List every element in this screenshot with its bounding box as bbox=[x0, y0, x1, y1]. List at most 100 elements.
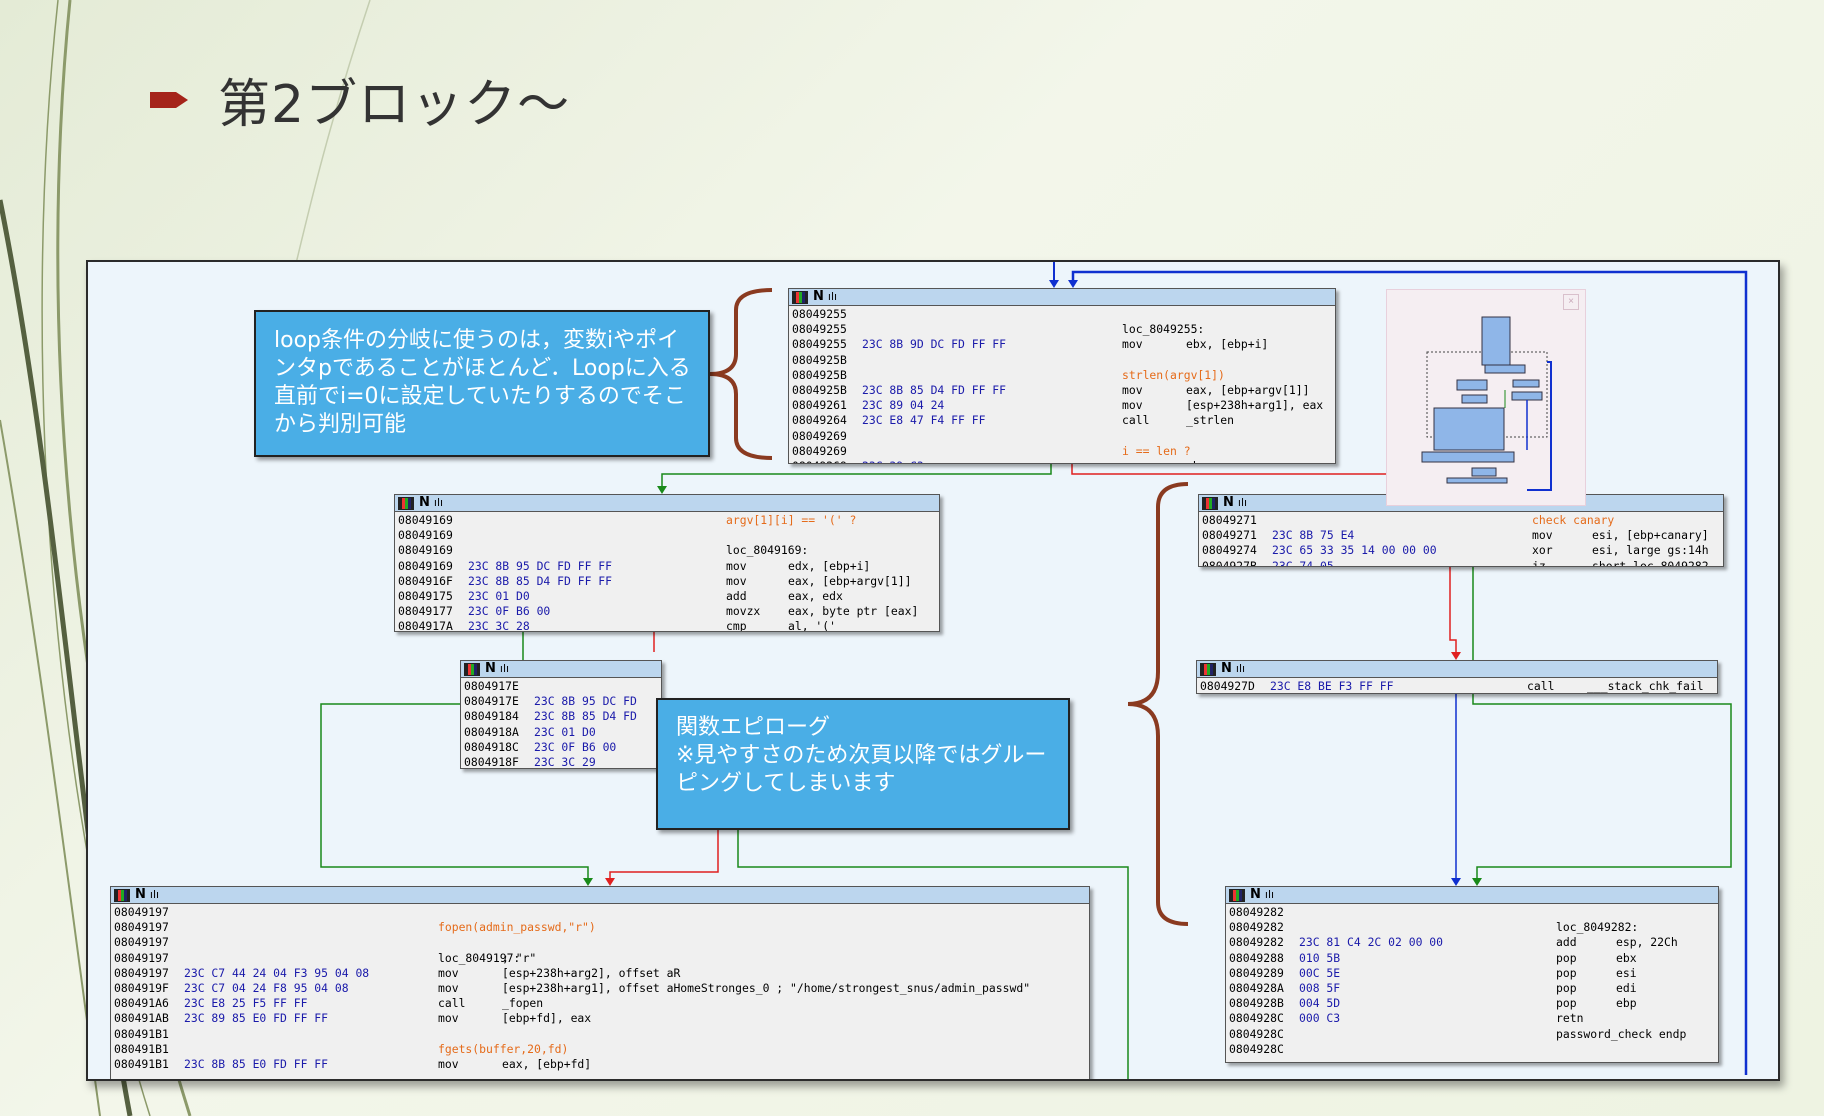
asm-mnemonic: fopen(admin_passwd,"r") bbox=[438, 920, 596, 935]
block-header[interactable]: Nılı bbox=[461, 661, 661, 678]
asm-line[interactable]: 0804919F 23C C7 04 24 F8 95 04 08 mov [esp+… bbox=[114, 981, 1086, 996]
asm-line[interactable]: 08049175 23C 01 D0 add eax, edx bbox=[398, 589, 936, 604]
graph-overview-minimap[interactable]: × bbox=[1386, 289, 1586, 506]
asm-address: 08049282 bbox=[1229, 905, 1284, 919]
block-type-icon bbox=[398, 496, 414, 510]
close-icon[interactable]: × bbox=[1563, 294, 1579, 310]
asm-address: 080491B1 bbox=[114, 1056, 169, 1071]
asm-line[interactable]: 0804928A 008 5F pop edi bbox=[1229, 981, 1715, 996]
block-bars-icon: ılı bbox=[499, 662, 510, 676]
asm-operands: edi bbox=[1616, 980, 1637, 995]
asm-line[interactable]: 08049274 23C 65 33 35 14 00 00 00 xor esi, … bbox=[1202, 543, 1720, 558]
asm-line[interactable]: 08049282 bbox=[1229, 905, 1715, 920]
code-block-804927D[interactable]: Nılı 0804927D 23C E8 BE F3 FF FF call ___sta… bbox=[1196, 660, 1718, 694]
asm-line[interactable]: 0804927B 23C 74 05 jz short loc_8049282 bbox=[1202, 559, 1720, 566]
asm-line[interactable]: 08049261 23C 89 04 24 mov [esp+238h+arg1], … bbox=[792, 398, 1332, 413]
slide-title-text: 第2ブロック〜 bbox=[218, 75, 571, 135]
asm-line[interactable]: 08049197 bbox=[114, 935, 1086, 950]
asm-mnemonic: mov bbox=[726, 558, 747, 573]
code-block-8049197[interactable]: Nılı 08049197 08049197 fopen(admin_passwd,"… bbox=[110, 886, 1090, 1079]
block-header[interactable]: Nılı bbox=[789, 289, 1335, 306]
asm-line[interactable]: 08049269 i == len ? bbox=[792, 444, 1332, 459]
asm-address: 08049271 bbox=[1202, 528, 1257, 543]
asm-mnemonic: mov bbox=[1122, 398, 1143, 413]
asm-address: 08049169 bbox=[398, 558, 453, 573]
asm-line[interactable]: 08049184 23C 8B 85 D4 FD bbox=[464, 709, 658, 724]
asm-operands: eax, [ebp+argv[1]] bbox=[788, 573, 912, 588]
block-flag-icon: N bbox=[135, 887, 146, 903]
asm-address: 08049282 bbox=[1229, 920, 1284, 935]
asm-line[interactable]: 08049288 010 5B pop ebx bbox=[1229, 951, 1715, 966]
asm-mnemonic: retn bbox=[1556, 1011, 1584, 1026]
asm-line[interactable]: 08049269 23C 39 C3 cmp ebx, eax bbox=[792, 459, 1332, 463]
asm-line[interactable]: 080491B1 fgets(buffer,20,fd) bbox=[114, 1042, 1086, 1057]
asm-line[interactable]: 0804917A 23C 3C 28 cmp al, '(' bbox=[398, 619, 936, 632]
code-block-8049282[interactable]: Nılı 08049282 08049282 loc_8049282: 08049282… bbox=[1225, 886, 1719, 1063]
asm-line[interactable]: 0804925B strlen(argv[1]) bbox=[792, 368, 1332, 383]
asm-line[interactable]: 0804928C 000 C3 retn bbox=[1229, 1011, 1715, 1026]
asm-mnemonic: mov bbox=[1122, 382, 1143, 397]
block-body: 08049169 argv[1][i] == '(' ? 08049169 08049… bbox=[395, 512, 939, 632]
asm-line[interactable]: 0804918A 23C 01 D0 bbox=[464, 725, 658, 740]
asm-line[interactable]: 0804927D 23C E8 BE F3 FF FF call ___stack_c… bbox=[1200, 679, 1714, 693]
asm-line[interactable]: 08049255 loc_8049255: bbox=[792, 322, 1332, 337]
asm-address: 08049269 bbox=[792, 459, 847, 463]
asm-line[interactable]: 08049255 bbox=[792, 307, 1332, 322]
asm-operands: al, '(' bbox=[788, 619, 837, 632]
asm-opcode-bytes: 008 5F bbox=[1299, 980, 1341, 995]
asm-opcode-bytes: 23C 3C 29 bbox=[534, 754, 596, 769]
asm-line[interactable]: 08049197 loc_8049197:; "r" bbox=[114, 951, 1086, 966]
asm-line[interactable]: 08049269 bbox=[792, 429, 1332, 444]
asm-line[interactable]: 08049169 bbox=[398, 528, 936, 543]
asm-line[interactable]: 08049271 check canary bbox=[1202, 513, 1720, 528]
asm-operands: [ebp+fd], eax bbox=[502, 1011, 592, 1026]
asm-line[interactable]: 0804928C bbox=[1229, 1042, 1715, 1057]
asm-operands: ebx, [ebp+i] bbox=[1186, 337, 1269, 352]
asm-line[interactable]: 08049177 23C 0F B6 00 movzx eax, byte ptr [… bbox=[398, 604, 936, 619]
block-header[interactable]: Nılı bbox=[1226, 887, 1718, 904]
asm-line[interactable]: 08049169 loc_8049169: bbox=[398, 543, 936, 558]
asm-line[interactable]: 08049289 00C 5E pop esi bbox=[1229, 966, 1715, 981]
block-header[interactable]: Nılı bbox=[111, 887, 1089, 904]
asm-line[interactable]: 080491B1 23C 8B 85 E0 FD FF FF mov eax, [eb… bbox=[114, 1057, 1086, 1072]
asm-operands: [esp+238h+arg2], offset aR bbox=[502, 965, 681, 980]
asm-line[interactable]: 08049197 bbox=[114, 905, 1086, 920]
block-header[interactable]: Nılı bbox=[395, 495, 939, 512]
asm-line[interactable]: 08049255 23C 8B 9D DC FD FF FF mov ebx, [eb… bbox=[792, 337, 1332, 352]
asm-line[interactable]: 08049197 fopen(admin_passwd,"r") bbox=[114, 920, 1086, 935]
asm-address: 080491B1 bbox=[114, 1026, 169, 1041]
asm-opcode-bytes: 23C 8B 95 DC FD FF FF bbox=[468, 558, 613, 573]
asm-line[interactable]: 080491AB 23C 89 85 E0 FD FF FF mov [ebp+fd]… bbox=[114, 1011, 1086, 1026]
block-header[interactable]: Nılı bbox=[1197, 661, 1717, 678]
asm-address: 0804928C bbox=[1229, 1026, 1284, 1041]
asm-address: 08049269 bbox=[792, 443, 847, 458]
asm-line[interactable]: 08049169 23C 8B 95 DC FD FF FF mov edx, [eb… bbox=[398, 559, 936, 574]
asm-line[interactable]: 0804928B 004 5D pop ebp bbox=[1229, 996, 1715, 1011]
asm-line[interactable]: 08049197 23C C7 44 24 04 F3 95 04 08 mov [e… bbox=[114, 966, 1086, 981]
code-block-8049169[interactable]: Nılı 08049169 argv[1][i] == '(' ? 08049169 0… bbox=[394, 494, 940, 632]
asm-line[interactable]: 0804917E 23C 8B 95 DC FD bbox=[464, 694, 658, 709]
asm-line[interactable]: 0804928C password_check endp bbox=[1229, 1027, 1715, 1042]
asm-operands: _strlen bbox=[1186, 413, 1235, 428]
asm-line[interactable]: 08049271 23C 8B 75 E4 mov esi, [ebp+canary] bbox=[1202, 528, 1720, 543]
asm-mnemonic: mov bbox=[438, 965, 459, 980]
asm-line[interactable]: 0804925B bbox=[792, 353, 1332, 368]
asm-line[interactable]: 08049169 argv[1][i] == '(' ? bbox=[398, 513, 936, 528]
code-block-804917E[interactable]: Nılı 0804917E 0804917E 23C 8B 95 DC FD 08049… bbox=[460, 660, 662, 769]
code-block-8049255[interactable]: Nılı 08049255 08049255 loc_8049255: 08049255… bbox=[788, 288, 1336, 464]
ida-graph-view[interactable]: Nılı 08049255 08049255 loc_8049255: 08049255… bbox=[86, 260, 1780, 1081]
asm-line[interactable]: 0804925B 23C 8B 85 D4 FD FF FF mov eax, [eb… bbox=[792, 383, 1332, 398]
asm-line[interactable]: 08049264 23C E8 47 F4 FF FF call _strlen bbox=[792, 413, 1332, 428]
asm-line[interactable]: 080491A6 23C E8 25 F5 FF FF call _fopen bbox=[114, 996, 1086, 1011]
asm-line[interactable]: 0804917E bbox=[464, 679, 658, 694]
asm-line[interactable]: 08049282 23C 81 C4 2C 02 00 00 add esp, 22C… bbox=[1229, 935, 1715, 950]
asm-line[interactable]: 080491B1 bbox=[114, 1027, 1086, 1042]
asm-line[interactable]: 0804918C 23C 0F B6 00 bbox=[464, 740, 658, 755]
asm-address: 08049269 bbox=[792, 428, 847, 443]
asm-opcode-bytes: 000 C3 bbox=[1299, 1011, 1341, 1026]
block-flag-icon: N bbox=[485, 661, 496, 677]
asm-line[interactable]: 0804918F 23C 3C 29 bbox=[464, 754, 658, 769]
asm-line[interactable]: 0804916F 23C 8B 85 D4 FD FF FF mov eax, [eb… bbox=[398, 574, 936, 589]
asm-mnemonic: movzx bbox=[726, 604, 761, 619]
asm-line[interactable]: 08049282 loc_8049282: bbox=[1229, 920, 1715, 935]
